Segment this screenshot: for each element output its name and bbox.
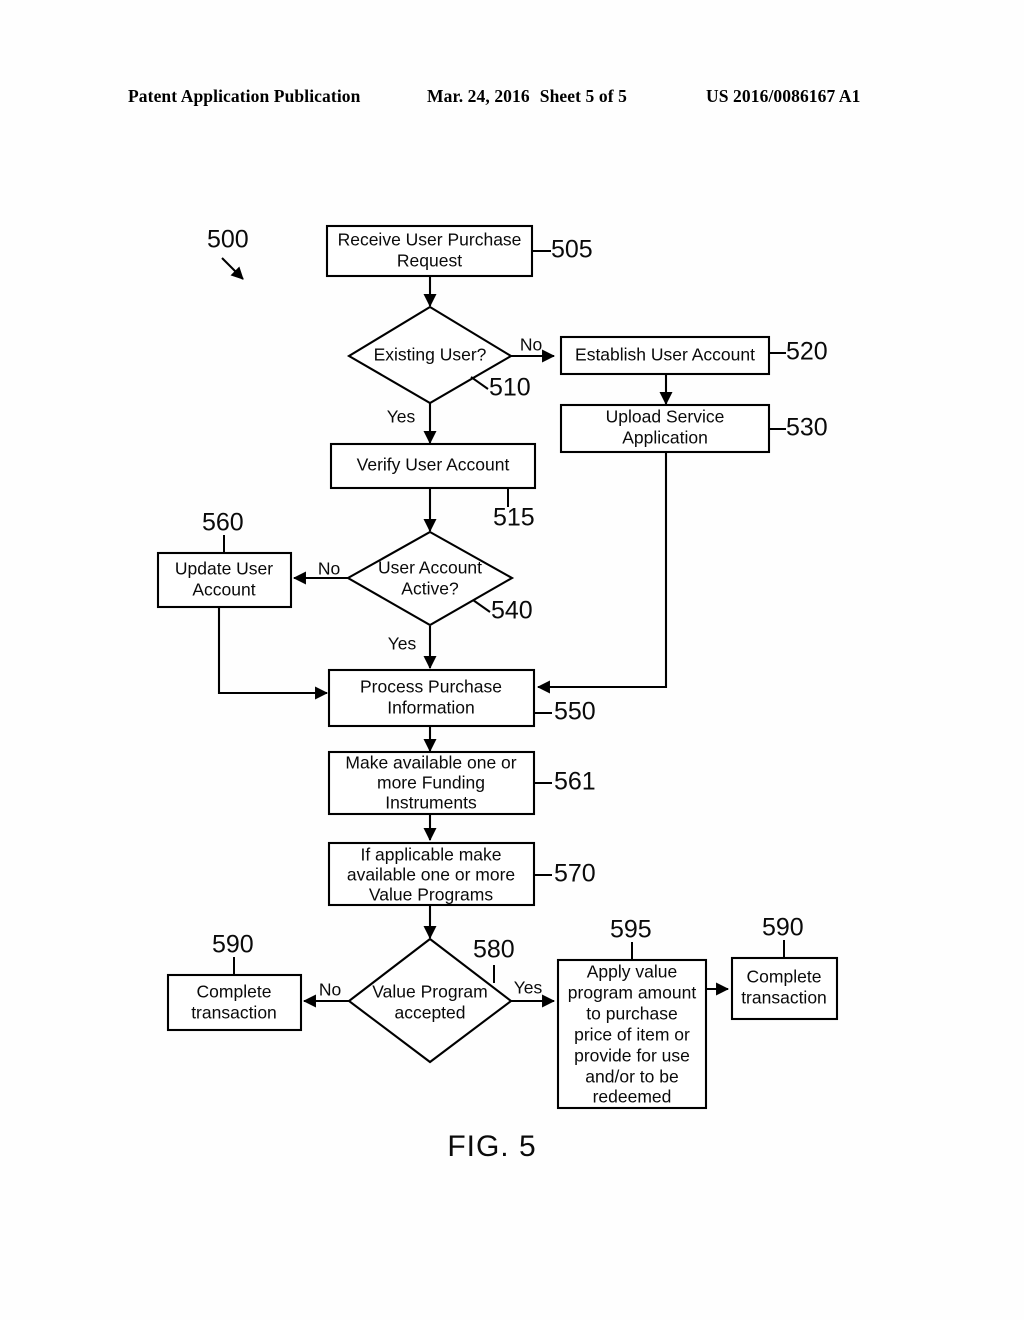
node-595-line-5: provide for use [574, 1046, 690, 1066]
node-590-left-line-1: Complete [197, 982, 272, 1002]
ref-580: 580 [473, 936, 515, 964]
branch-540-no: No [318, 559, 340, 579]
branch-540-yes: Yes [388, 634, 417, 654]
node-550-line-2: Information [387, 698, 475, 718]
node-550-line-1: Process Purchase [360, 677, 502, 697]
node-595-line-4: price of item or [574, 1025, 690, 1045]
node-595-line-2: program amount [568, 983, 697, 1003]
branch-510-yes: Yes [387, 407, 416, 427]
ref-590-right: 590 [762, 914, 804, 942]
figure-caption: FIG. 5 [447, 1130, 536, 1163]
ref-550: 550 [554, 698, 596, 726]
node-515-label: Verify User Account [357, 455, 510, 475]
node-595-line-6: and/or to be [585, 1067, 678, 1087]
node-570-line-3: Value Programs [369, 885, 493, 905]
connector-530-to-550 [536, 452, 668, 694]
ref-540: 540 [491, 597, 533, 625]
node-540-line-2: Active? [401, 579, 459, 599]
ref-561: 561 [554, 768, 596, 796]
node-590-right-line-1: Complete [747, 967, 822, 987]
ref-530: 530 [786, 414, 828, 442]
node-595-line-1: Apply value [587, 962, 677, 982]
ref-500-arrow [221, 257, 244, 280]
node-595-line-3: to purchase [586, 1004, 677, 1024]
connector-560-to-550 [217, 608, 329, 700]
node-560-line-2: Account [192, 580, 255, 600]
node-561-line-2: more Funding [377, 773, 485, 793]
branch-510-no: No [520, 335, 542, 355]
node-590-right-line-2: transaction [741, 988, 827, 1008]
node-595-line-7: redeemed [593, 1087, 672, 1107]
node-530-line-1: Upload Service [606, 407, 725, 427]
ref-570: 570 [554, 860, 596, 888]
node-570-line-1: If applicable make [360, 845, 501, 865]
ref-505: 505 [551, 236, 593, 264]
ref-510-leader [470, 376, 489, 390]
node-505-line-1: Receive User Purchase [338, 230, 522, 250]
ref-590-left: 590 [212, 931, 254, 959]
ref-595: 595 [610, 916, 652, 944]
node-560-line-1: Update User [175, 559, 273, 579]
node-580-line-1: Value Program [372, 982, 487, 1002]
branch-580-no: No [319, 980, 341, 1000]
node-505-line-2: Request [397, 251, 462, 271]
node-520-label: Establish User Account [575, 345, 755, 365]
patent-page: Patent Application Publication Mar. 24, … [0, 0, 1024, 1320]
ref-510: 510 [489, 374, 531, 402]
ref-500: 500 [207, 226, 249, 254]
node-570-line-2: available one or more [347, 865, 515, 885]
node-580-line-2: accepted [394, 1003, 465, 1023]
node-561-line-3: Instruments [385, 793, 477, 813]
ref-540-leader [472, 599, 491, 613]
node-540-line-1: User Account [378, 558, 482, 578]
ref-520: 520 [786, 338, 828, 366]
node-530-line-2: Application [622, 428, 708, 448]
node-510-label: Existing User? [374, 345, 487, 365]
ref-515: 515 [493, 504, 535, 532]
node-561-line-1: Make available one or [345, 753, 516, 773]
ref-560: 560 [202, 509, 244, 537]
node-590-left-line-2: transaction [191, 1003, 277, 1023]
flowchart-figure-5: 500 Receive User Purchase Request 505 Ex… [156, 224, 839, 1163]
branch-580-yes: Yes [514, 978, 543, 998]
